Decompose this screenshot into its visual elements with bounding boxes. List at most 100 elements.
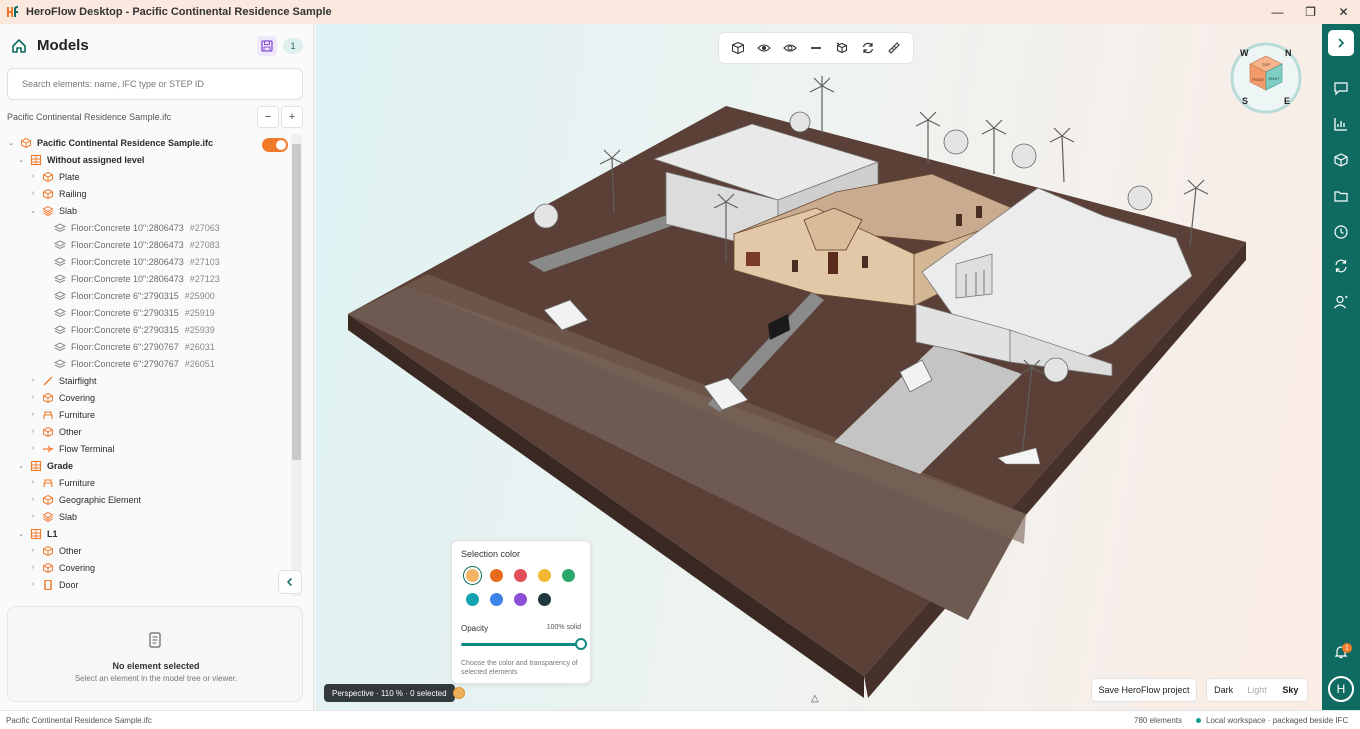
avatar[interactable]: H [1328, 676, 1354, 702]
tree-element-row[interactable]: Floor:Concrete 10":2806473 #27103 [40, 253, 220, 270]
cube-icon[interactable] [728, 38, 748, 58]
chevron-right-icon[interactable]: › [28, 581, 38, 588]
refresh-icon[interactable] [858, 38, 878, 58]
chevron-right-icon[interactable]: › [28, 411, 38, 418]
search-input[interactable] [7, 68, 303, 100]
tree-node-slab[interactable]: ⌄ Slab [28, 202, 77, 219]
chevron-down-icon[interactable]: ⌄ [16, 462, 26, 470]
model-visibility-toggle[interactable] [262, 138, 288, 152]
tree-element-row[interactable]: Floor:Concrete 6":2790315 #25900 [40, 287, 215, 304]
chevron-right-icon[interactable]: › [28, 479, 38, 486]
color-swatch[interactable] [466, 569, 479, 582]
chevron-right-icon[interactable]: › [28, 445, 38, 452]
chevron-right-icon[interactable]: › [28, 513, 38, 520]
tree-node-model[interactable]: ⌄ Pacific Continental Residence Sample.if… [6, 134, 213, 151]
restore-button[interactable]: ❐ [1294, 0, 1327, 24]
navigation-cube[interactable]: TOP FRONT RIGHT W N S E [1228, 40, 1304, 116]
chevron-right-icon[interactable]: › [28, 496, 38, 503]
tree-node-stair[interactable]: › Stairflight [28, 372, 97, 389]
tree-element-row[interactable]: Floor:Concrete 10":2806473 #27123 [40, 270, 220, 287]
eye-outline-icon[interactable] [780, 38, 800, 58]
sync-icon[interactable] [1331, 256, 1351, 276]
chevron-right-icon[interactable]: › [28, 190, 38, 197]
save-icon[interactable] [257, 36, 277, 56]
chevron-down-icon[interactable]: ⌄ [16, 530, 26, 538]
chevron-right-icon[interactable]: › [28, 394, 38, 401]
color-swatch[interactable] [562, 569, 575, 582]
user-icon[interactable] [1331, 292, 1351, 312]
color-swatch[interactable] [490, 569, 503, 582]
clock-icon[interactable] [1331, 222, 1351, 242]
collapse-all-button[interactable]: − [257, 106, 279, 128]
home-icon[interactable] [10, 37, 28, 55]
color-swatch[interactable] [490, 593, 503, 606]
color-swatch[interactable] [538, 593, 551, 606]
opacity-slider[interactable] [461, 643, 581, 646]
theme-sky[interactable]: Sky [1274, 679, 1307, 701]
tree-node-label: Slab [59, 206, 77, 216]
tree-node-level[interactable]: ⌄ Without assigned level [16, 151, 144, 168]
collapse-panel-button[interactable] [278, 570, 302, 594]
ifc-type-icon [43, 188, 53, 199]
opacity-slider-handle[interactable] [575, 638, 587, 650]
selection-color-button[interactable] [453, 687, 465, 699]
tree-node-level[interactable]: ⌄ L1 [16, 525, 58, 542]
tree-element-row[interactable]: Floor:Concrete 10":2806473 #27063 [40, 219, 220, 236]
tree-element-row[interactable]: Floor:Concrete 10":2806473 #27083 [40, 236, 220, 253]
tree-node-category[interactable]: › Covering [28, 559, 95, 576]
color-swatch[interactable] [514, 569, 527, 582]
minus-icon[interactable] [806, 38, 826, 58]
tree-node-label: Floor:Concrete 6":2790315 #25919 [71, 308, 215, 318]
chevron-right-icon[interactable]: › [28, 173, 38, 180]
comment-icon[interactable] [1331, 78, 1351, 98]
color-swatch[interactable] [538, 569, 551, 582]
chart-icon[interactable] [1331, 114, 1351, 134]
theme-dark[interactable]: Dark [1207, 679, 1240, 701]
chevron-right-icon[interactable]: › [28, 428, 38, 435]
tree-node-door[interactable]: › Door [28, 576, 79, 593]
chevron-right-icon[interactable]: › [28, 547, 38, 554]
tree-node-category[interactable]: › Other [28, 423, 82, 440]
tree-node-category[interactable]: › Plate [28, 168, 80, 185]
chevron-down-icon[interactable]: ⌄ [16, 156, 26, 164]
theme-light[interactable]: Light [1240, 679, 1273, 701]
tree-node-name: Slab [59, 511, 78, 522]
tree-node-label: Plate [59, 172, 80, 182]
folder-icon[interactable] [1331, 186, 1351, 206]
close-button[interactable]: ✕ [1327, 0, 1360, 24]
tree-node-category[interactable]: › Geographic Element [28, 491, 141, 508]
tree-element-row[interactable]: Floor:Concrete 6":2790315 #25939 [40, 321, 215, 338]
tree-node-label: Floor:Concrete 6":2790767 #26051 [71, 359, 215, 369]
tree-element-row[interactable]: Floor:Concrete 6":2790767 #26051 [40, 355, 215, 372]
tree-scrollbar-thumb[interactable] [292, 144, 301, 460]
expand-panel-button[interactable] [1328, 30, 1354, 56]
tree-element-row[interactable]: Floor:Concrete 6":2790315 #25919 [40, 304, 215, 321]
tree-node-category[interactable]: › Other [28, 542, 82, 559]
chevron-right-icon[interactable]: › [28, 377, 38, 384]
tree-node-flow[interactable]: › Flow Terminal [28, 440, 115, 457]
color-swatch[interactable] [466, 593, 479, 606]
tree-element-row[interactable]: Floor:Concrete 6":2790767 #26031 [40, 338, 215, 355]
layer-icon [54, 341, 66, 351]
tree-node-furniture[interactable]: ›Furniture [28, 593, 95, 596]
minimize-button[interactable]: — [1261, 0, 1294, 24]
tree-node-category[interactable]: › Covering [28, 389, 95, 406]
isolate-icon[interactable] [832, 38, 852, 58]
tree-node-slab[interactable]: › Slab [28, 508, 77, 525]
expand-up-icon[interactable]: △ [811, 693, 819, 704]
chevron-right-icon[interactable]: › [28, 564, 38, 571]
eye-icon[interactable] [754, 38, 774, 58]
expand-all-button[interactable]: + [281, 106, 303, 128]
chevron-down-icon[interactable]: ⌄ [6, 139, 16, 147]
tree-node-furniture[interactable]: ›Furniture [28, 406, 95, 423]
save-project-button[interactable]: Save HeroFlow project [1091, 678, 1197, 702]
tree-node-furniture[interactable]: ›Furniture [28, 474, 95, 491]
models-header: Models 1 [0, 24, 314, 66]
3d-viewer[interactable]: TOP FRONT RIGHT W N S E Selection color … [316, 24, 1322, 710]
color-swatch[interactable] [514, 593, 527, 606]
tree-node-level[interactable]: ⌄ Grade [16, 457, 73, 474]
ruler-icon[interactable] [884, 38, 904, 58]
chevron-down-icon[interactable]: ⌄ [28, 207, 38, 215]
tree-node-category[interactable]: › Railing [28, 185, 87, 202]
cubes-icon[interactable] [1331, 150, 1351, 170]
